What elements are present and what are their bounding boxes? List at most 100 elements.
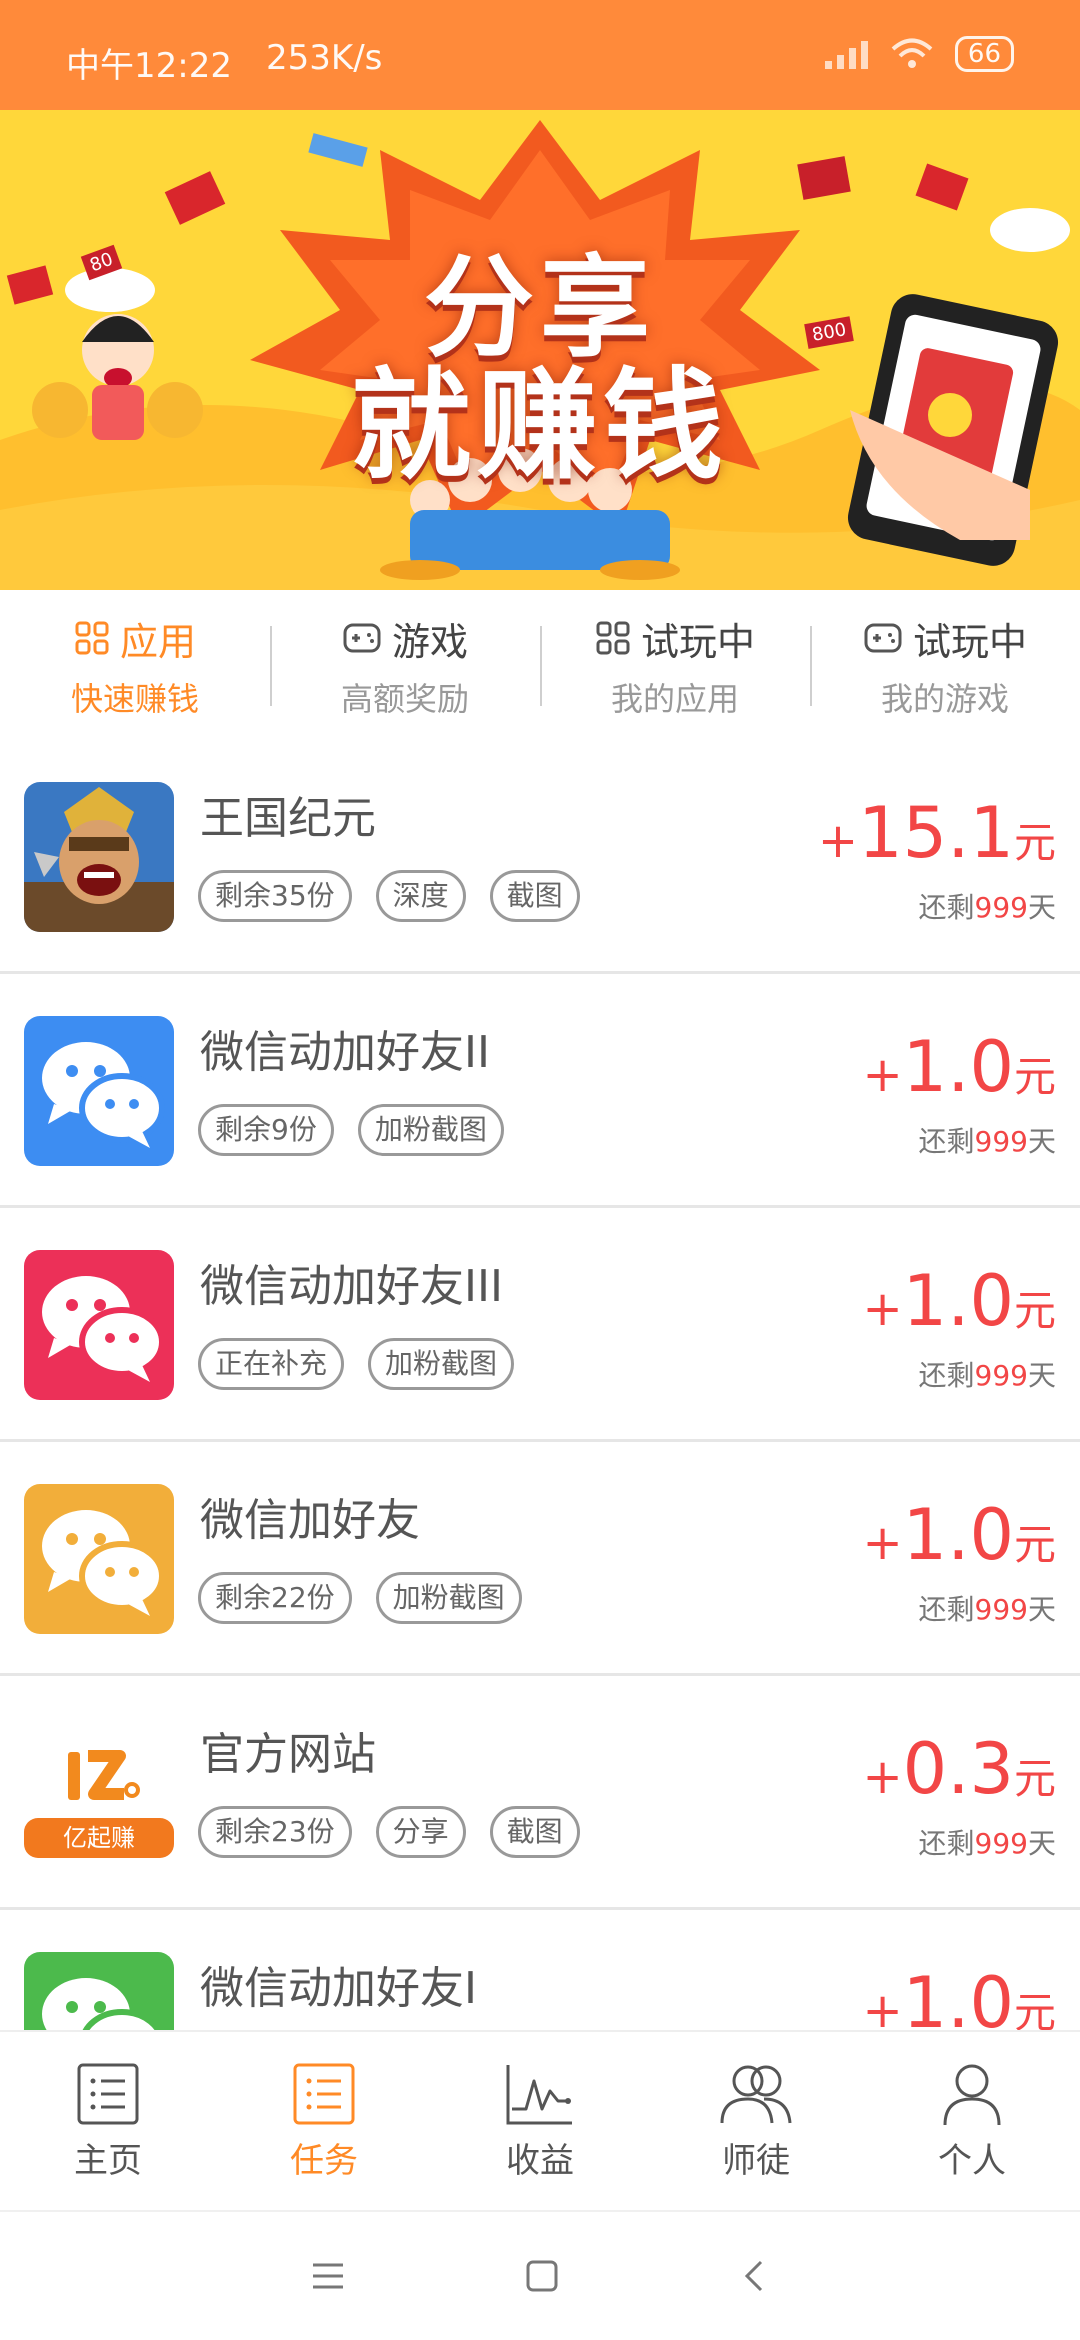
reward-amount: 15.1 — [858, 792, 1014, 874]
tab-label: 游戏 — [391, 619, 468, 664]
remaining-suffix: 天 — [1027, 1125, 1056, 1158]
nav-profile[interactable]: 个人 — [864, 2032, 1080, 2210]
signal-icon — [824, 41, 868, 69]
nav-earnings[interactable]: 收益 — [432, 2032, 648, 2210]
task-tag: 剩余35份 — [198, 870, 352, 922]
task-reward: +0.3元 — [862, 1728, 1056, 1810]
tab-label: 试玩中 — [640, 619, 755, 664]
task-tag: 加粉截图 — [368, 1338, 515, 1390]
remaining-days: 999 — [974, 891, 1028, 924]
nav-label: 任务 — [290, 2140, 358, 2181]
wechat-icon — [24, 1250, 174, 1400]
remaining-prefix: 还剩 — [918, 1593, 975, 1626]
wechat-icon — [24, 1952, 174, 2030]
tab-label: 试玩中 — [912, 619, 1027, 664]
status-bar: 中午12:22 253K/s 66 — [0, 0, 1080, 110]
task-item[interactable]: 微信动加好友II 剩余9份 加粉截图 +1.0元 还剩999天 — [0, 974, 1080, 1208]
task-name: 微信动加好友II — [200, 1027, 490, 1078]
reward-plus: + — [862, 1047, 903, 1103]
banner-title-line2: 就赚钱 — [351, 357, 729, 496]
remaining-suffix: 天 — [1027, 1827, 1056, 1860]
nav-home[interactable]: 主页 — [0, 2032, 216, 2210]
yiqizhuan-logo-icon: 亿起赚 — [24, 1718, 174, 1868]
task-list: 王国纪元 剩余35份 深度 截图 +15.1元 还剩999天 微信动加好友II — [0, 740, 1080, 2030]
remaining-suffix: 天 — [1027, 891, 1056, 924]
remaining-prefix: 还剩 — [918, 891, 975, 924]
nav-tasks[interactable]: 任务 — [216, 2032, 432, 2210]
tab-trying-apps[interactable]: 试玩中 我的应用 — [540, 590, 810, 740]
task-tag: 剩余22份 — [198, 1572, 352, 1624]
home-square-icon[interactable] — [525, 2259, 559, 2293]
tab-subtitle: 快速赚钱 — [70, 679, 199, 718]
nav-label: 个人 — [938, 2140, 1006, 2181]
task-reward: +1.0元 — [862, 1026, 1056, 1108]
task-remaining: 还剩999天 — [919, 1588, 1056, 1628]
task-remaining: 还剩999天 — [919, 886, 1056, 926]
grid-icon — [596, 621, 630, 655]
remaining-prefix: 还剩 — [918, 1827, 975, 1860]
tab-subtitle: 高额奖励 — [340, 679, 469, 718]
task-item[interactable]: 王国纪元 剩余35份 深度 截图 +15.1元 还剩999天 — [0, 740, 1080, 974]
users-icon — [720, 2065, 792, 2123]
task-item[interactable]: 微信动加好友III 正在补充 加粉截图 +1.0元 还剩999天 — [0, 1208, 1080, 1442]
task-list-icon — [293, 2063, 355, 2124]
tab-label: 应用 — [119, 619, 196, 664]
task-tag: 正在补充 — [198, 1338, 345, 1390]
tab-games[interactable]: 游戏 高额奖励 — [270, 590, 540, 740]
reward-unit: 元 — [1013, 1286, 1056, 1335]
remaining-days: 999 — [974, 1359, 1028, 1392]
task-remaining: 还剩999天 — [919, 1822, 1056, 1862]
remaining-days: 999 — [974, 1125, 1028, 1158]
reward-unit: 元 — [1013, 818, 1056, 867]
bottom-navigation: 主页 任务 收益 师徒 个人 — [0, 2030, 1080, 2210]
system-navigation-bar — [0, 2210, 1080, 2340]
task-reward: +1.0元 — [862, 1962, 1056, 2030]
remaining-days: 999 — [974, 1593, 1028, 1626]
category-tabs: 应用 快速赚钱 游戏 高额奖励 试玩中 我的应用 试玩中 我的游戏 — [0, 590, 1080, 740]
task-name: 微信动加好友I — [200, 1963, 477, 2014]
task-item[interactable]: 亿起赚 官方网站 剩余23份 分享 截图 +0.3元 还剩999天 — [0, 1676, 1080, 1910]
nav-label: 师徒 — [722, 2140, 790, 2181]
task-item[interactable]: 微信加好友 剩余22份 加粉截图 +1.0元 还剩999天 — [0, 1442, 1080, 1676]
logo-text: 亿起赚 — [63, 1824, 135, 1852]
reward-plus: + — [862, 1281, 903, 1337]
task-tag: 截图 — [489, 870, 580, 922]
status-time: 中午12:22 — [66, 46, 232, 86]
task-tag: 剩余23份 — [198, 1806, 352, 1858]
tab-trying-games[interactable]: 试玩中 我的游戏 — [810, 590, 1080, 740]
task-reward: +1.0元 — [862, 1494, 1056, 1576]
reward-plus: + — [862, 1515, 903, 1571]
wifi-icon — [891, 38, 933, 68]
tab-subtitle: 我的游戏 — [880, 679, 1009, 718]
reward-amount: 1.0 — [902, 1260, 1014, 1342]
task-remaining: 还剩999天 — [919, 1354, 1056, 1394]
task-name: 微信动加好友III — [200, 1261, 503, 1312]
task-tag: 加粉截图 — [357, 1104, 504, 1156]
reward-plus: + — [862, 1749, 903, 1805]
nav-mentorship[interactable]: 师徒 — [648, 2032, 864, 2210]
gamepad-icon — [864, 623, 902, 653]
reward-amount: 0.3 — [902, 1728, 1014, 1810]
gamepad-icon — [343, 623, 381, 653]
task-tags: 剩余23份 分享 截图 — [198, 1806, 580, 1858]
battery-indicator: 66 — [954, 36, 1014, 72]
task-tags: 正在补充 加粉截图 — [198, 1338, 515, 1390]
task-tag: 深度 — [375, 870, 466, 922]
back-icon[interactable] — [739, 2258, 769, 2294]
task-item[interactable]: 微信动加好友I +1.0元 — [0, 1910, 1080, 2030]
menu-icon[interactable] — [311, 2261, 345, 2291]
task-tag: 分享 — [375, 1806, 466, 1858]
task-name: 王国纪元 — [200, 793, 376, 844]
game-kingdom-icon — [24, 782, 174, 932]
task-tag: 剩余9份 — [198, 1104, 334, 1156]
reward-amount: 1.0 — [902, 1026, 1014, 1108]
reward-unit: 元 — [1013, 1754, 1056, 1803]
task-reward: +15.1元 — [818, 792, 1056, 874]
remaining-prefix: 还剩 — [918, 1125, 975, 1158]
reward-plus: + — [817, 813, 859, 869]
promo-banner[interactable]: 分享 就赚钱 80 800 300 2000 — [0, 110, 1080, 590]
task-tags: 剩余22份 加粉截图 — [198, 1572, 522, 1624]
reward-amount: 1.0 — [902, 1494, 1014, 1576]
wechat-icon — [24, 1016, 174, 1166]
tab-apps[interactable]: 应用 快速赚钱 — [0, 590, 270, 740]
